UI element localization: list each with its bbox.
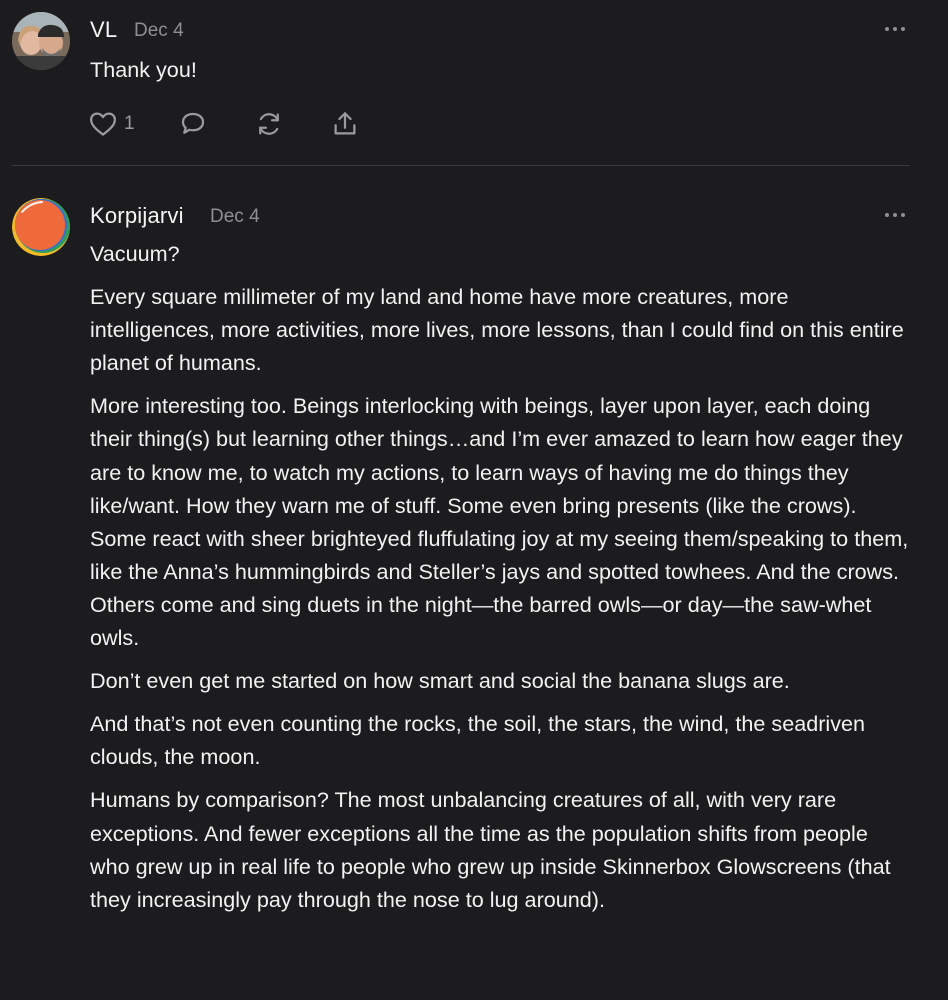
comment-body: Vacuum? Every square millimeter of my la… [90,237,910,926]
share-icon [334,112,356,135]
restack-icon [259,113,279,135]
comment-paragraph: And that’s not even counting the rocks, … [90,711,866,770]
like-count: 1 [124,113,135,134]
comment-date[interactable]: Dec 4 [134,20,184,42]
author-name[interactable]: VL [90,17,117,43]
comment-paragraph: Thank you! [90,57,197,82]
restack-button[interactable] [254,108,284,140]
avatar[interactable] [12,198,70,256]
author-name[interactable]: Korpijarvi [90,203,184,229]
share-button[interactable] [330,108,360,140]
couple-photo-avatar-icon [12,12,70,70]
reply-button[interactable] [178,108,208,140]
comment-date[interactable]: Dec 4 [210,206,260,228]
comment-icon [181,112,205,134]
comment-korpijarvi: Korpijarvi Dec 4 Vacuum? Every square mi… [0,166,948,1000]
comment-body: Thank you! [90,53,910,96]
avatar[interactable] [12,12,70,70]
comment-actions: 1 [88,108,388,140]
comment-paragraph: Vacuum? [90,241,180,266]
comment-paragraph: More interesting too. Beings interlockin… [90,393,909,651]
comment-vl: VL Dec 4 Thank you! 1 [0,0,948,166]
orange-circle-avatar-icon [12,198,70,256]
more-options-icon[interactable] [883,210,907,220]
heart-icon [90,112,116,136]
comment-paragraph: Humans by comparison? The most unbalanci… [90,787,891,912]
comment-paragraph: Every square millimeter of my land and h… [90,284,904,376]
like-button[interactable]: 1 [88,108,135,140]
comment-paragraph: Don’t even get me started on how smart a… [90,668,790,694]
more-options-icon[interactable] [883,24,907,34]
